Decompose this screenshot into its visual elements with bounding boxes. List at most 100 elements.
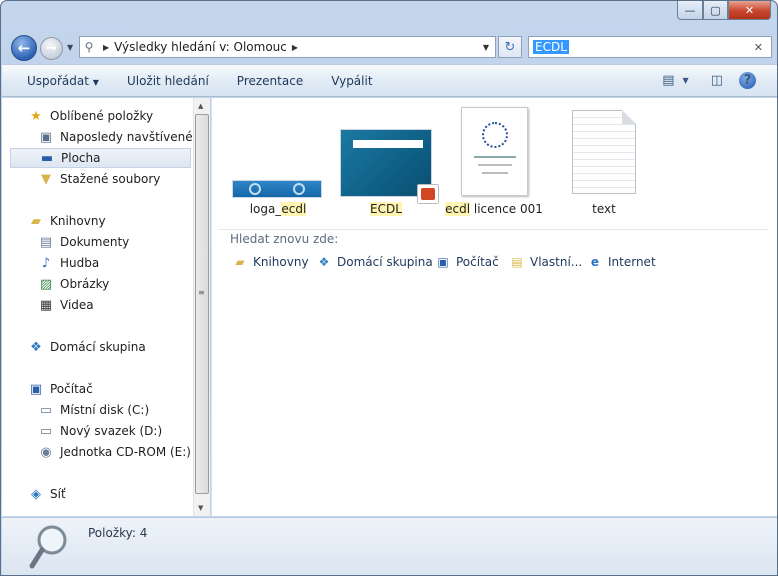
file-name-match: ecdl [281,202,307,216]
file-name-prefix: text [592,202,616,216]
address-dropdown-icon[interactable]: ▼ [483,43,489,52]
desktop-icon: ▬ [40,150,54,166]
file-item-text[interactable]: text [550,202,658,216]
preview-pane-icon[interactable]: ◫ [711,73,723,88]
file-item-ecdl-licence[interactable]: ecdl licence 001 [440,202,548,216]
recent-pages-dropdown[interactable]: ▼ [67,43,73,52]
chevron-right-icon[interactable]: ▶ [103,43,109,52]
address-bar[interactable]: ⚲ ▶ Výsledky hledání v: Olomouc ▶ ▼ [79,36,496,58]
search-input[interactable]: ECDL [533,40,569,54]
nav-recent[interactable]: ▣ Naposledy navštívené [38,127,193,147]
search-again-target: Vlastní... [530,255,583,269]
file-item-ecdl[interactable]: ECDL [332,202,440,216]
computer-icon: ▣ [437,255,449,269]
drive-icon: ▭ [39,423,53,439]
toolbar-right: ▤ ▼ ◫ ? [654,65,777,96]
videos-icon: ▦ [39,297,53,313]
nav-scrollbar[interactable]: ▲ ≡ ▼ [193,98,210,516]
chevron-down-icon: ▼ [92,77,99,87]
nav-network[interactable]: ◈ Síť [28,484,66,504]
help-icon[interactable]: ? [739,72,756,89]
nav-local-disk[interactable]: ▭ Místní disk (C:) [38,400,149,420]
file-thumbnail-text[interactable] [572,110,636,194]
search-box[interactable]: ECDL ✕ [528,36,772,58]
nav-desktop[interactable]: ▬ Plocha [10,148,191,168]
homegroup-icon: ❖ [318,255,330,269]
page-fold-icon [622,110,636,124]
back-arrow-icon: ← [17,39,31,57]
burn-button[interactable]: Vypálit [317,74,386,88]
nav-label: Nový svazek (D:) [60,424,163,438]
refresh-icon: ↻ [504,39,516,55]
view-options-dropdown-icon[interactable]: ▼ [683,76,689,85]
nav-new-volume[interactable]: ▭ Nový svazek (D:) [38,421,162,441]
save-search-button[interactable]: Uložit hledání [113,74,223,88]
nav-homegroup[interactable]: ❖ Domácí skupina [28,337,146,357]
slide-header-strip [353,140,423,148]
certificate-line [478,164,512,166]
search-again-computer[interactable]: ▣ Počítač [435,254,498,270]
search-again-target: Domácí skupina [337,255,433,269]
computer-icon: ▣ [29,381,43,397]
search-again-internet[interactable]: e Internet [587,254,656,270]
network-icon: ◈ [31,486,41,502]
nav-cdrom[interactable]: ◉ Jednotka CD-ROM (E:) [38,442,191,462]
nav-label: Počítač [50,382,93,396]
powerpoint-icon [417,184,439,204]
scroll-grip-icon: ≡ [198,288,205,297]
nav-label: Naposledy navštívené [60,130,193,144]
caption-buttons: — ▢ ✕ [677,1,771,20]
file-thumbnail-logos[interactable] [232,180,322,198]
file-name-match: ecdl [445,202,471,216]
command-bar: Uspořádat ▼ Uložit hledání Prezentace Vy… [2,64,777,97]
search-again-libraries[interactable]: ▰ Knihovny [232,254,308,270]
nav-videos[interactable]: ▦ Videa [38,295,94,315]
organize-button[interactable]: Uspořádat ▼ [2,74,113,88]
forward-button[interactable]: → [40,37,63,60]
close-button[interactable]: ✕ [728,1,771,20]
change-view-icon[interactable]: ▤ [662,73,674,88]
nav-libraries[interactable]: ▰ Knihovny [28,211,106,231]
breadcrumb-search-results[interactable]: Výsledky hledání v: Olomouc [114,40,287,54]
file-thumbnail-ecdl-presentation[interactable] [340,129,439,204]
chevron-right-icon[interactable]: ▶ [292,43,298,52]
clear-search-icon[interactable]: ✕ [754,41,763,54]
file-name-suffix: licence 001 [470,202,543,216]
nav-documents[interactable]: ▤ Dokumenty [38,232,129,252]
slideshow-button[interactable]: Prezentace [223,74,317,88]
nav-downloads[interactable]: ▼ Stažené soubory [38,169,160,189]
scroll-thumb[interactable] [195,114,209,494]
recent-places-icon: ▣ [39,129,53,145]
ecdl-logo-icon [249,183,261,195]
nav-label: Plocha [61,151,101,165]
forward-arrow-icon: → [46,41,57,56]
nav-label: Jednotka CD-ROM (E:) [60,445,191,459]
nav-music[interactable]: ♪ Hudba [38,253,99,273]
search-again-label: Hledat znovu zde: [230,232,339,246]
file-thumbnail-licence[interactable] [461,107,528,196]
eu-stars-icon [482,122,508,148]
search-again-custom[interactable]: ▤ Vlastní... [509,254,582,270]
search-again-homegroup[interactable]: ❖ Domácí skupina [316,254,433,270]
custom-folder-icon: ▤ [511,255,523,269]
star-icon: ★ [30,108,42,124]
internet-explorer-icon: e [590,255,600,269]
ecdl-logo-icon [293,183,305,195]
minimize-button[interactable]: — [677,1,703,20]
nav-pictures[interactable]: ▨ Obrázky [38,274,109,294]
nav-label: Obrázky [60,277,110,291]
certificate-line [474,156,516,158]
nav-label: Videa [60,298,94,312]
music-icon: ♪ [41,255,51,271]
scroll-up-icon[interactable]: ▲ [198,102,203,110]
nav-label: Oblíbené položky [50,109,154,123]
nav-label: Domácí skupina [50,340,146,354]
back-button[interactable]: ← [11,35,37,61]
nav-computer[interactable]: ▣ Počítač [28,379,93,399]
refresh-button[interactable]: ↻ [498,36,522,58]
nav-favorites[interactable]: ★ Oblíbené položky [28,106,153,126]
file-item-loga-ecdl[interactable]: loga_ecdl [224,202,332,216]
navigation-pane: ★ Oblíbené položky ▣ Naposledy navštívené … [2,98,193,516]
scroll-down-icon[interactable]: ▼ [198,504,203,512]
maximize-button[interactable]: ▢ [703,1,728,20]
